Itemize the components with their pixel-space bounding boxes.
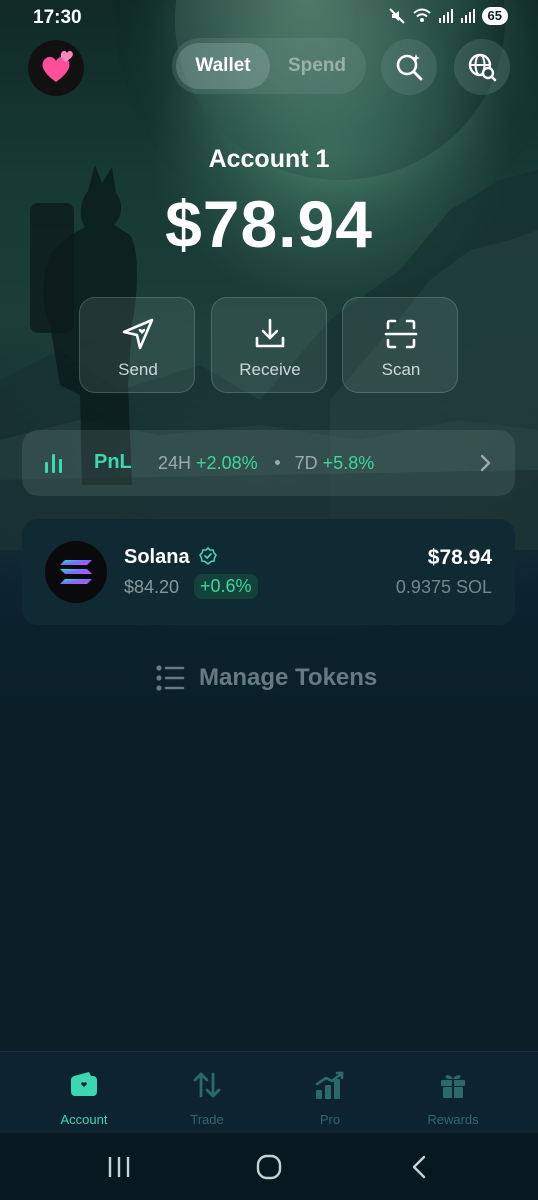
mute-icon [388,8,405,24]
send-button[interactable]: Send [79,297,195,393]
nav-trade-label: Trade [190,1112,224,1127]
wallet-spend-toggle: Wallet Spend [172,38,366,94]
solana-icon [60,560,92,584]
wallet-icon [71,1072,97,1096]
explore-button[interactable] [454,39,510,95]
receive-label: Receive [239,360,301,379]
nav-pro-label: Pro [319,1112,341,1127]
search-button[interactable] [381,39,437,95]
scan-button[interactable]: Scan [342,297,458,393]
nav-trade[interactable]: Trade [147,1052,267,1134]
status-time: 17:30 [33,7,82,28]
signal-icon [438,9,453,23]
manage-tokens-button[interactable]: Manage Tokens [155,660,377,696]
avatar[interactable] [28,40,84,96]
scan-label: Scan [381,360,421,379]
token-change-badge: +0.6% [194,574,258,599]
token-name: Solana [124,546,218,569]
account-balance: $78.94 [165,187,373,261]
receive-button[interactable]: Receive [211,297,327,393]
send-icon [122,318,154,350]
pnl-24h-label: 24H [158,453,192,473]
pnl-stats: 24H +2.08% 7D +5.8% [158,453,374,474]
nav-rewards-label: Rewards [427,1112,479,1127]
send-label: Send [118,360,158,379]
pnl-7d-label: 7D [294,453,318,473]
back-icon[interactable] [410,1155,428,1179]
bottom-nav: Account Trade Pro Rewards [0,1051,538,1134]
pnl-24h-value: +2.08% [196,453,258,473]
solana-logo [45,541,107,603]
home-icon[interactable] [256,1154,282,1180]
status-bar: 17:30 65 [0,0,538,36]
nav-rewards[interactable]: Rewards [393,1052,513,1134]
swap-arrows-icon [193,1072,221,1098]
tab-wallet[interactable]: Wallet [176,43,270,89]
chart-growth-icon [315,1071,344,1099]
pnl-7d-value: +5.8% [322,453,375,473]
signal-icon-2 [460,9,475,23]
list-icon [156,665,185,691]
bar-chart-icon [45,454,62,473]
search-sparkle-icon [396,54,423,81]
status-icons: 65 [388,7,508,25]
tab-spend[interactable]: Spend [272,43,362,89]
token-value: $78.94 [427,546,492,569]
recent-apps-icon[interactable] [107,1155,131,1179]
account-name[interactable]: Account 1 [0,145,538,174]
pnl-title: PnL [94,451,132,473]
nav-pro[interactable]: Pro [270,1052,390,1134]
gift-icon [441,1075,465,1098]
globe-search-icon [468,53,497,82]
wifi-icon [412,8,431,22]
scan-icon [384,319,418,349]
nav-account-label: Account [60,1112,108,1127]
two-hearts-icon [42,50,73,82]
separator-dot [274,460,280,466]
verified-badge-icon [199,546,218,566]
token-amount: 0.9375 SOL [395,577,492,597]
download-icon [255,318,285,348]
battery-indicator: 65 [481,7,508,25]
token-price: $84.20 [124,577,180,597]
token-name-text: Solana [124,546,190,568]
system-nav-bar [0,1133,538,1200]
manage-tokens-label: Manage Tokens [199,664,378,691]
token-row-solana[interactable]: Solana $84.20 +0.6% $78.94 0.9375 SOL [22,519,515,625]
nav-account[interactable]: Account [24,1052,144,1134]
chevron-right-icon [480,454,491,472]
pnl-bar[interactable]: PnL 24H +2.08% 7D +5.8% [22,430,515,496]
